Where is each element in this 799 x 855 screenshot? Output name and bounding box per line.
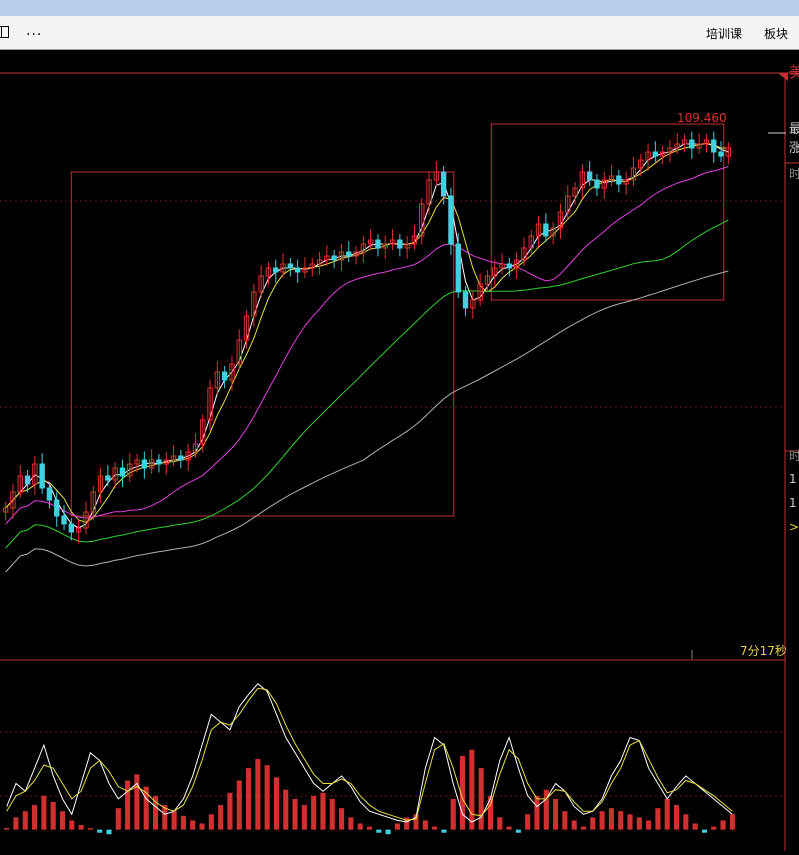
candle-body-81 bbox=[594, 179, 600, 189]
candle-body-8 bbox=[61, 515, 67, 525]
window-title-bar bbox=[0, 0, 799, 16]
ma-long-line bbox=[5, 166, 729, 525]
candle-body-9 bbox=[68, 523, 75, 533]
chart-area[interactable]: 109.460 7分17秒 美 最 涨 时 时 1 1 >1 bbox=[0, 51, 799, 851]
candle-body-40 bbox=[294, 267, 301, 273]
candle-body-5 bbox=[39, 463, 45, 489]
candlestick-series bbox=[2, 131, 732, 543]
candle-body-74 bbox=[543, 223, 549, 237]
candle-body-69 bbox=[506, 263, 513, 269]
moving-average-lines bbox=[5, 142, 729, 573]
candle-body-3 bbox=[24, 475, 31, 485]
candle-body-63 bbox=[462, 291, 469, 309]
candle-body-84 bbox=[616, 175, 622, 185]
price-high-label: 109.460 bbox=[677, 111, 727, 125]
candle-body-89 bbox=[652, 151, 659, 157]
candle-body-7 bbox=[54, 499, 60, 517]
candle-body-98 bbox=[718, 151, 724, 157]
candle-body-30 bbox=[221, 371, 228, 381]
oscillator-panel bbox=[4, 683, 735, 835]
candle-body-21 bbox=[156, 459, 162, 465]
training-button[interactable]: 培训课 bbox=[706, 25, 742, 42]
chart-frames bbox=[0, 72, 799, 851]
candle-body-14 bbox=[105, 475, 111, 481]
side-panel-row-2: >1 bbox=[789, 520, 799, 534]
candle-body-97 bbox=[711, 139, 717, 153]
candle-body-39 bbox=[287, 263, 294, 269]
k-line bbox=[6, 683, 733, 823]
side-panel-row-0: 1 bbox=[789, 472, 797, 486]
countdown-timer-label: 7分17秒 bbox=[740, 644, 787, 658]
ma-mid-line bbox=[5, 142, 729, 523]
candle-body-61 bbox=[448, 195, 454, 245]
corner-marker bbox=[778, 73, 788, 81]
side-panel-label-1: 涨 bbox=[789, 141, 799, 156]
candle-body-19 bbox=[141, 459, 148, 469]
candle-body-24 bbox=[178, 455, 184, 461]
side-panel-label-0: 最 bbox=[789, 122, 799, 137]
kline-chart-svg[interactable]: 109.460 7分17秒 美 最 涨 时 时 1 1 >1 bbox=[0, 51, 799, 851]
candle-body-6 bbox=[46, 487, 53, 501]
candle-body-47 bbox=[346, 251, 352, 257]
side-panel: 美 最 涨 时 时 1 1 >1 bbox=[768, 63, 799, 534]
layout-icon[interactable] bbox=[0, 26, 9, 38]
candle-body-60 bbox=[440, 171, 447, 197]
grid-lines bbox=[0, 200, 785, 797]
candle-body-45 bbox=[331, 255, 337, 261]
more-button[interactable]: ... bbox=[26, 23, 42, 39]
candle-body-80 bbox=[586, 171, 593, 181]
ma-longer-line bbox=[5, 219, 729, 549]
side-panel-section-1: 时 bbox=[789, 449, 799, 463]
highlight-rect-1 bbox=[490, 123, 725, 301]
toolbar: ... 培训课 板块 bbox=[0, 16, 799, 50]
side-panel-row-1: 1 bbox=[789, 496, 797, 510]
candle-body-37 bbox=[273, 267, 279, 273]
candle-body-51 bbox=[375, 239, 381, 249]
candle-body-62 bbox=[455, 243, 461, 293]
candle-body-54 bbox=[397, 239, 403, 249]
candle-body-16 bbox=[119, 467, 126, 477]
ma-short-line bbox=[5, 143, 729, 529]
candle-body-94 bbox=[689, 139, 695, 149]
ma-longest-line bbox=[5, 270, 729, 573]
chart-labels: 109.460 7分17秒 bbox=[677, 111, 787, 659]
sector-button[interactable]: 板块 bbox=[764, 25, 788, 42]
side-panel-section-0: 时 bbox=[789, 167, 799, 181]
side-panel-top-char: 美 bbox=[789, 63, 799, 81]
